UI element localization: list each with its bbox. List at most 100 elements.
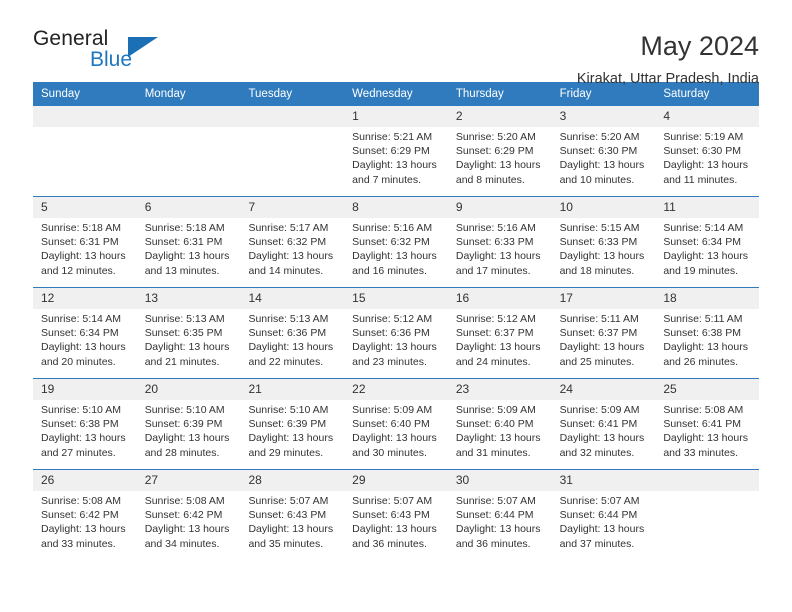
day-cell[interactable]: 7 Sunrise: 5:17 AM Sunset: 6:32 PM Daylight… <box>240 197 345 287</box>
daylight-text-line2: and 21 minutes. <box>144 355 220 368</box>
sunset-text: Sunset: 6:39 PM <box>248 418 327 431</box>
sunset-text: Sunset: 6:33 PM <box>455 236 534 249</box>
day-details: Sunrise: 5:10 AM Sunset: 6:38 PM Daylight:… <box>33 400 137 460</box>
day-number: 16 <box>447 288 552 309</box>
day-cell[interactable]: 11 Sunrise: 5:14 AM Sunset: 6:34 PM Dayligh… <box>655 197 760 287</box>
day-number: 11 <box>655 197 760 218</box>
sunset-text: Sunset: 6:33 PM <box>559 236 638 249</box>
daylight-text-line2: and 34 minutes. <box>144 537 220 550</box>
day-number <box>33 106 137 127</box>
day-cell[interactable]: 1 Sunrise: 5:21 AM Sunset: 6:29 PM Daylight… <box>344 106 448 196</box>
day-number: 25 <box>655 379 760 400</box>
sunset-text: Sunset: 6:39 PM <box>144 418 223 431</box>
day-number: 27 <box>136 470 241 491</box>
day-cell[interactable]: 10 Sunrise: 5:15 AM Sunset: 6:33 PM Dayligh… <box>551 197 656 287</box>
sunrise-text: Sunrise: 5:19 AM <box>663 131 744 143</box>
daylight-text-line2: and 36 minutes. <box>352 537 427 550</box>
daylight-text-line2: and 10 minutes. <box>559 173 635 186</box>
day-number <box>655 470 760 491</box>
sunrise-text: Sunrise: 5:20 AM <box>455 131 536 143</box>
day-cell[interactable]: 23 Sunrise: 5:09 AM Sunset: 6:40 PM Dayligh… <box>447 379 552 469</box>
day-cell[interactable]: 6 Sunrise: 5:18 AM Sunset: 6:31 PM Daylight… <box>136 197 241 287</box>
day-details: Sunrise: 5:11 AM Sunset: 6:37 PM Daylight:… <box>552 309 656 369</box>
day-cell[interactable]: 9 Sunrise: 5:16 AM Sunset: 6:33 PM Daylight… <box>447 197 552 287</box>
sunrise-text: Sunrise: 5:08 AM <box>144 495 225 507</box>
sunrise-text: Sunrise: 5:17 AM <box>248 222 329 234</box>
daylight-text-line1: Daylight: 13 hours <box>352 432 437 445</box>
day-cell[interactable]: 26 Sunrise: 5:08 AM Sunset: 6:42 PM Dayligh… <box>33 470 137 560</box>
daylight-text-line1: Daylight: 13 hours <box>248 523 334 536</box>
day-details: Sunrise: 5:09 AM Sunset: 6:40 PM Daylight:… <box>448 400 552 460</box>
weekday-wednesday: Wednesday <box>352 88 413 100</box>
daylight-text-line2: and 23 minutes. <box>352 355 427 368</box>
day-cell[interactable]: 29 Sunrise: 5:07 AM Sunset: 6:43 PM Dayligh… <box>344 470 448 560</box>
daylight-text-line1: Daylight: 13 hours <box>663 250 748 263</box>
day-details: Sunrise: 5:15 AM Sunset: 6:33 PM Daylight:… <box>552 218 656 278</box>
daylight-text-line1: Daylight: 13 hours <box>663 159 748 172</box>
weekday-friday: Friday <box>559 88 592 100</box>
day-details: Sunrise: 5:12 AM Sunset: 6:37 PM Daylight:… <box>448 309 552 369</box>
sunrise-text: Sunrise: 5:09 AM <box>559 404 640 416</box>
day-details: Sunrise: 5:20 AM Sunset: 6:29 PM Daylight:… <box>448 127 552 187</box>
day-number: 14 <box>240 288 345 309</box>
day-cell[interactable]: 18 Sunrise: 5:11 AM Sunset: 6:38 PM Dayligh… <box>655 288 760 378</box>
daylight-text-line1: Daylight: 13 hours <box>41 432 126 445</box>
day-number: 7 <box>240 197 345 218</box>
daylight-text-line2: and 16 minutes. <box>352 264 427 277</box>
daylight-text-line2: and 17 minutes. <box>455 264 531 277</box>
day-number: 3 <box>551 106 656 127</box>
daylight-text-line2: and 33 minutes. <box>663 446 739 459</box>
day-cell[interactable]: 12 Sunrise: 5:14 AM Sunset: 6:34 PM Dayligh… <box>33 288 137 378</box>
sunrise-text: Sunrise: 5:11 AM <box>559 313 639 325</box>
day-number: 19 <box>33 379 137 400</box>
day-cell[interactable]: 13 Sunrise: 5:13 AM Sunset: 6:35 PM Dayligh… <box>136 288 241 378</box>
daylight-text-line1: Daylight: 13 hours <box>455 432 541 445</box>
daylight-text-line1: Daylight: 13 hours <box>248 341 334 354</box>
day-cell[interactable]: 8 Sunrise: 5:16 AM Sunset: 6:32 PM Daylight… <box>344 197 448 287</box>
day-cell[interactable]: 30 Sunrise: 5:07 AM Sunset: 6:44 PM Dayligh… <box>447 470 552 560</box>
day-cell[interactable]: 25 Sunrise: 5:08 AM Sunset: 6:41 PM Dayligh… <box>655 379 760 469</box>
day-cell[interactable]: 19 Sunrise: 5:10 AM Sunset: 6:38 PM Dayligh… <box>33 379 137 469</box>
daylight-text-line2: and 7 minutes. <box>352 173 422 186</box>
general-blue-logo[interactable]: General Blue <box>33 28 158 80</box>
day-details: Sunrise: 5:14 AM Sunset: 6:34 PM Daylight:… <box>655 218 759 278</box>
day-cell[interactable]: 17 Sunrise: 5:11 AM Sunset: 6:37 PM Dayligh… <box>551 288 656 378</box>
day-cell[interactable]: 4 Sunrise: 5:19 AM Sunset: 6:30 PM Daylight… <box>655 106 760 196</box>
day-cell[interactable]: 16 Sunrise: 5:12 AM Sunset: 6:37 PM Dayligh… <box>447 288 552 378</box>
sunset-text: Sunset: 6:29 PM <box>455 145 534 158</box>
day-cell[interactable]: 3 Sunrise: 5:20 AM Sunset: 6:30 PM Daylight… <box>551 106 656 196</box>
daylight-text-line1: Daylight: 13 hours <box>455 341 541 354</box>
sunset-text: Sunset: 6:42 PM <box>144 509 223 522</box>
daylight-text-line2: and 29 minutes. <box>248 446 324 459</box>
sunrise-text: Sunrise: 5:07 AM <box>248 495 329 507</box>
day-details: Sunrise: 5:10 AM Sunset: 6:39 PM Daylight:… <box>137 400 241 460</box>
sunset-text: Sunset: 6:41 PM <box>559 418 638 431</box>
day-cell[interactable]: 22 Sunrise: 5:09 AM Sunset: 6:40 PM Dayligh… <box>344 379 448 469</box>
daylight-text-line1: Daylight: 13 hours <box>559 159 645 172</box>
day-cell[interactable]: 21 Sunrise: 5:10 AM Sunset: 6:39 PM Dayligh… <box>240 379 345 469</box>
day-cell[interactable]: 14 Sunrise: 5:13 AM Sunset: 6:36 PM Dayligh… <box>240 288 345 378</box>
sunrise-text: Sunrise: 5:18 AM <box>144 222 225 234</box>
sunset-text: Sunset: 6:37 PM <box>455 327 534 340</box>
day-number <box>240 106 345 127</box>
day-cell[interactable]: 5 Sunrise: 5:18 AM Sunset: 6:31 PM Daylight… <box>33 197 137 287</box>
day-cell[interactable]: 31 Sunrise: 5:07 AM Sunset: 6:44 PM Dayligh… <box>551 470 656 560</box>
day-details: Sunrise: 5:20 AM Sunset: 6:30 PM Daylight:… <box>552 127 656 187</box>
day-details: Sunrise: 5:07 AM Sunset: 6:43 PM Daylight:… <box>240 491 344 551</box>
day-cell[interactable]: 2 Sunrise: 5:20 AM Sunset: 6:29 PM Daylight… <box>447 106 552 196</box>
day-cell[interactable]: 15 Sunrise: 5:12 AM Sunset: 6:36 PM Dayligh… <box>344 288 448 378</box>
daylight-text-line2: and 30 minutes. <box>352 446 427 459</box>
sunrise-text: Sunrise: 5:12 AM <box>352 313 433 325</box>
day-number: 10 <box>551 197 656 218</box>
day-number: 24 <box>551 379 656 400</box>
daylight-text-line1: Daylight: 13 hours <box>41 250 126 263</box>
daylight-text-line2: and 20 minutes. <box>41 355 116 368</box>
day-cell[interactable]: 24 Sunrise: 5:09 AM Sunset: 6:41 PM Dayligh… <box>551 379 656 469</box>
day-cell[interactable]: 28 Sunrise: 5:07 AM Sunset: 6:43 PM Dayligh… <box>240 470 345 560</box>
sunset-text: Sunset: 6:36 PM <box>352 327 430 340</box>
day-details: Sunrise: 5:09 AM Sunset: 6:40 PM Daylight:… <box>344 400 448 460</box>
daylight-text-line1: Daylight: 13 hours <box>144 341 230 354</box>
day-cell[interactable]: 20 Sunrise: 5:10 AM Sunset: 6:39 PM Dayligh… <box>136 379 241 469</box>
day-number: 8 <box>344 197 448 218</box>
day-cell[interactable]: 27 Sunrise: 5:08 AM Sunset: 6:42 PM Dayligh… <box>136 470 241 560</box>
